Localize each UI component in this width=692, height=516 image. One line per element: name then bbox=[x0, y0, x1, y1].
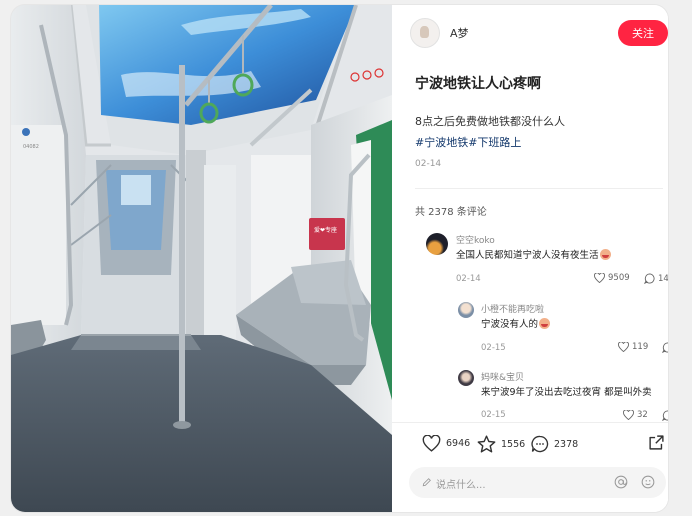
comment-button[interactable]: 2378 bbox=[531, 435, 578, 453]
divider bbox=[415, 188, 663, 189]
heart-icon bbox=[623, 410, 634, 420]
action-footer: 6946 1556 2378 说点什么... bbox=[392, 422, 668, 512]
priority-seat-sign: 爱❤专座 bbox=[314, 226, 337, 234]
heart-icon bbox=[422, 435, 441, 452]
comment-like-button[interactable]: 32 bbox=[623, 410, 648, 420]
comment-reply-button[interactable] bbox=[662, 342, 668, 353]
comment-text-content: 宁波没有人的 bbox=[481, 319, 539, 330]
comment-text: 全国人民都知道宁波人没有夜生活 bbox=[456, 247, 611, 261]
comment-input[interactable]: 说点什么... bbox=[409, 467, 666, 498]
heart-icon bbox=[618, 342, 629, 352]
comment-reply-button[interactable]: 140 bbox=[644, 273, 668, 284]
like-count: 6946 bbox=[446, 438, 471, 449]
heart-icon bbox=[594, 273, 605, 283]
share-button[interactable] bbox=[648, 434, 665, 455]
subway-car-interior: 爱❤专座 04082 bbox=[11, 5, 392, 512]
author-avatar[interactable] bbox=[410, 18, 440, 48]
commenter-name[interactable]: 空空koko bbox=[456, 233, 495, 246]
laugh-emoji-icon bbox=[599, 249, 611, 260]
collect-button[interactable]: 1556 bbox=[477, 435, 525, 453]
comment-text: 来宁波9年了没出去吃过夜宵 都是叫外卖 bbox=[481, 387, 652, 398]
post-title: 宁波地铁让人心疼啊 bbox=[415, 76, 541, 92]
post-photo[interactable]: 爱❤专座 04082 bbox=[11, 5, 392, 512]
commenter-avatar[interactable] bbox=[458, 302, 474, 318]
comment-like-count: 32 bbox=[637, 410, 648, 420]
comment-reply-button[interactable] bbox=[662, 410, 668, 421]
comment-like-count: 119 bbox=[632, 342, 649, 352]
comment-like-button[interactable]: 119 bbox=[618, 342, 648, 352]
comment-input-placeholder: 说点什么... bbox=[436, 480, 486, 491]
commenter-name[interactable]: 妈咪&宝贝 bbox=[481, 370, 524, 383]
collect-count: 1556 bbox=[501, 438, 526, 450]
comment-reply-count: 140 bbox=[658, 273, 668, 284]
post-tags: #宁波地铁#下班路上 bbox=[415, 132, 521, 153]
comment-text-content: 全国人民都知道宁波人没有夜生活 bbox=[456, 250, 599, 261]
author-info[interactable]: A梦 bbox=[410, 18, 469, 48]
chat-bubble-icon bbox=[662, 342, 668, 353]
laugh-emoji-icon bbox=[539, 318, 551, 329]
comment-date: 02-15 bbox=[481, 410, 506, 420]
comment-like-button[interactable]: 9509 bbox=[594, 273, 630, 283]
share-icon bbox=[649, 435, 664, 450]
commenter-avatar[interactable] bbox=[458, 370, 474, 386]
comments-count: 共 2378 条评论 bbox=[415, 207, 487, 218]
pencil-icon bbox=[422, 478, 431, 487]
author-name[interactable]: A梦 bbox=[450, 25, 469, 41]
commenter-avatar[interactable] bbox=[426, 233, 448, 255]
follow-button[interactable]: 关注 bbox=[618, 20, 668, 46]
comment-date: 02-14 bbox=[456, 274, 481, 284]
comment-like-count: 9509 bbox=[608, 273, 630, 283]
tag-link[interactable]: #宁波地铁 bbox=[415, 136, 468, 149]
star-icon bbox=[477, 435, 496, 453]
note-card: 爱❤专座 04082 A梦 关注 宁波地铁让人心疼啊 8点之后免费做地铁都没什么… bbox=[11, 5, 668, 512]
comment-count: 2378 bbox=[554, 438, 579, 450]
comment-bubble-icon bbox=[531, 435, 549, 453]
post-text: 8点之后免费做地铁都没什么人 bbox=[415, 115, 565, 128]
note-detail-panel: A梦 关注 宁波地铁让人心疼啊 8点之后免费做地铁都没什么人 #宁波地铁#下班路… bbox=[392, 5, 668, 512]
comment-text: 宁波没有人的 bbox=[481, 316, 551, 330]
commenter-name[interactable]: 小橙不能再吃啦 bbox=[481, 302, 544, 315]
emoji-icon[interactable] bbox=[641, 475, 655, 489]
tag-link[interactable]: #下班路上 bbox=[468, 136, 521, 149]
like-button[interactable]: 6946 bbox=[422, 435, 470, 452]
chat-bubble-icon bbox=[644, 273, 655, 284]
comment-date: 02-15 bbox=[481, 343, 506, 353]
post-date: 02-14 bbox=[415, 159, 442, 169]
car-number: 04082 bbox=[23, 144, 39, 150]
at-mention-icon[interactable] bbox=[614, 475, 628, 489]
chat-bubble-icon bbox=[662, 410, 668, 421]
